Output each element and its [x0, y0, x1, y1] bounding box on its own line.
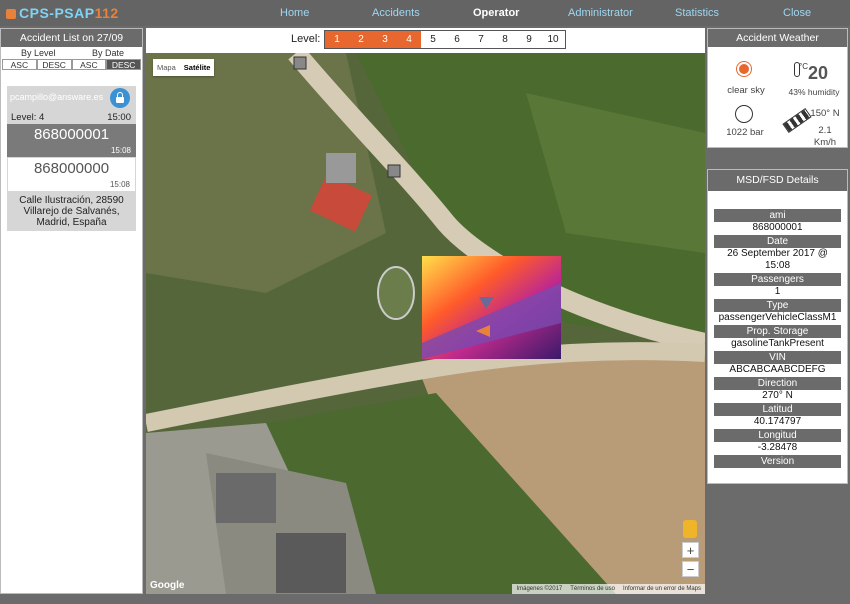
msd-fields: ami 868000001 Date 26 September 2017 @ 1…: [708, 191, 847, 468]
terms-link[interactable]: Términos de uso: [570, 584, 615, 594]
field-label-type: Type: [714, 299, 841, 312]
sort-date-desc-button[interactable]: DESC: [106, 59, 141, 70]
level-button-8[interactable]: 8: [493, 31, 517, 48]
sort-level-asc-button[interactable]: ASC: [2, 59, 37, 70]
compass-icon: [735, 105, 753, 123]
field-value-longitude: -3.28478: [757, 442, 798, 453]
field-label-longitude: Longitud: [714, 429, 841, 442]
level-button-4[interactable]: 4: [397, 31, 421, 48]
accident-item[interactable]: 868000000 15:08: [8, 158, 135, 191]
field-value-ami: 868000001: [752, 222, 803, 233]
google-logo: Google: [150, 580, 185, 591]
humidity: 43% humidity: [788, 87, 840, 97]
sort-labels: By Level By Date: [1, 47, 142, 59]
map-attribution: Imágenes ©2017 Términos de uso Informar …: [512, 584, 705, 594]
street-view-pegman-icon[interactable]: [683, 520, 697, 538]
sun-icon: [739, 64, 749, 74]
user-row: pcampillo@answare.es: [7, 86, 136, 110]
nav-administrator[interactable]: Administrator: [568, 7, 633, 19]
accident-list-panel: Accident List on 27/09 By Level By Date …: [0, 28, 143, 594]
field-label-ami: ami: [714, 209, 841, 222]
temperature-value: 20: [808, 63, 829, 83]
accident-time: 15:08: [110, 146, 131, 155]
nav-home[interactable]: Home: [280, 7, 309, 19]
zoom-in-button[interactable]: +: [682, 542, 699, 558]
field-label-passengers: Passengers: [714, 273, 841, 286]
logo-text-number: 112: [94, 5, 119, 21]
map-imagery: [146, 53, 705, 594]
level-filter-bar: Level: 1 2 3 4 5 6 7 8 9 10: [146, 28, 705, 53]
app-logo: CPS-PSAP112: [6, 5, 119, 21]
zoom-out-button[interactable]: −: [682, 561, 699, 577]
pressure: 1022 bar: [726, 127, 764, 138]
sky-condition: clear sky: [727, 85, 765, 96]
imagery-credit: Imágenes ©2017: [516, 586, 563, 592]
accident-time: 15:08: [109, 180, 130, 189]
wind-speed: 2.1: [818, 125, 832, 136]
field-value-passengers: 1: [774, 286, 781, 297]
wind-unit: Km/h: [813, 137, 837, 148]
field-label-direction: Direction: [714, 377, 841, 390]
sort-by-date-label: By Date: [92, 48, 125, 58]
level-text: Level: 4: [11, 112, 45, 123]
field-label-vin: VIN: [714, 351, 841, 364]
field-label-prop-storage: Prop. Storage: [714, 325, 841, 338]
map-type-satellite[interactable]: Satélite: [180, 59, 215, 76]
field-value-direction: 270° N: [762, 390, 793, 401]
accident-id: 868000001: [33, 126, 110, 143]
map-type-map[interactable]: Mapa: [153, 59, 180, 76]
level-button-6[interactable]: 6: [445, 31, 469, 48]
field-value-date: 26 September 2017 @ 15:08: [727, 248, 828, 271]
level-time: 15:00: [107, 112, 131, 123]
user-email: pcampillo@answare.es: [10, 92, 104, 102]
level-button-1[interactable]: 1: [325, 31, 349, 48]
level-filter-label: Level:: [291, 33, 321, 45]
level-button-9[interactable]: 9: [517, 31, 541, 48]
accident-id: 868000000: [33, 160, 110, 177]
report-error-link[interactable]: Informar de un error de Maps: [623, 584, 701, 594]
level-filter-buttons: 1 2 3 4 5 6 7 8 9 10: [324, 30, 566, 49]
wind-direction: 150° N: [810, 108, 840, 119]
field-label-latitude: Latitud: [714, 403, 841, 416]
sort-buttons: ASC DESC ASC DESC: [2, 59, 141, 70]
level-row: Level: 4 15:00: [7, 110, 136, 124]
msd-title: MSD/FSD Details: [708, 170, 847, 191]
weather-title: Accident Weather: [708, 29, 847, 47]
map-type-toggle: Mapa Satélite: [153, 59, 215, 76]
level-button-10[interactable]: 10: [541, 31, 565, 48]
field-value-vin: ABCABCAABCDEFG: [729, 364, 826, 375]
level-button-2[interactable]: 2: [349, 31, 373, 48]
nav-statistics[interactable]: Statistics: [675, 7, 719, 19]
sort-date-asc-button[interactable]: ASC: [71, 59, 107, 70]
field-label-version: Version: [714, 455, 841, 468]
accident-list-title: Accident List on 27/09: [1, 29, 142, 47]
field-value-prop-storage: gasolineTankPresent: [731, 338, 824, 349]
nav-accidents[interactable]: Accidents: [372, 7, 420, 19]
level-button-3[interactable]: 3: [373, 31, 397, 48]
satellite-map[interactable]: Mapa Satélite + − Google Imágenes ©2017 …: [146, 53, 705, 594]
logo-text-main: CPS-PSAP: [19, 5, 95, 21]
nav-close[interactable]: Close: [783, 7, 811, 19]
field-value-type: passengerVehicleClassM1: [718, 312, 837, 323]
field-value-latitude: 40.174797: [753, 416, 802, 427]
accident-item-selected[interactable]: 868000001 15:08: [7, 124, 136, 157]
sort-level-desc-button[interactable]: DESC: [36, 59, 72, 70]
accident-address: Calle Ilustración, 28590 Villarejo de Sa…: [19, 195, 124, 228]
level-button-5[interactable]: 5: [421, 31, 445, 48]
accident-group-card: pcampillo@answare.es Level: 4 15:00 8680…: [7, 86, 136, 231]
top-navigation-bar: CPS-PSAP112 Home Accidents Operator Admi…: [0, 0, 850, 26]
sort-by-level-label: By Level: [21, 48, 56, 58]
field-label-date: Date: [714, 235, 841, 248]
lock-icon[interactable]: [110, 88, 130, 108]
temp-unit: °C: [799, 62, 808, 71]
logo-icon: [6, 9, 16, 19]
msd-details-panel: MSD/FSD Details ami 868000001 Date 26 Se…: [707, 169, 848, 484]
accident-weather-panel: Accident Weather clear sky °C 20 43% hum…: [707, 28, 848, 148]
level-button-7[interactable]: 7: [469, 31, 493, 48]
nav-operator[interactable]: Operator: [473, 7, 519, 19]
